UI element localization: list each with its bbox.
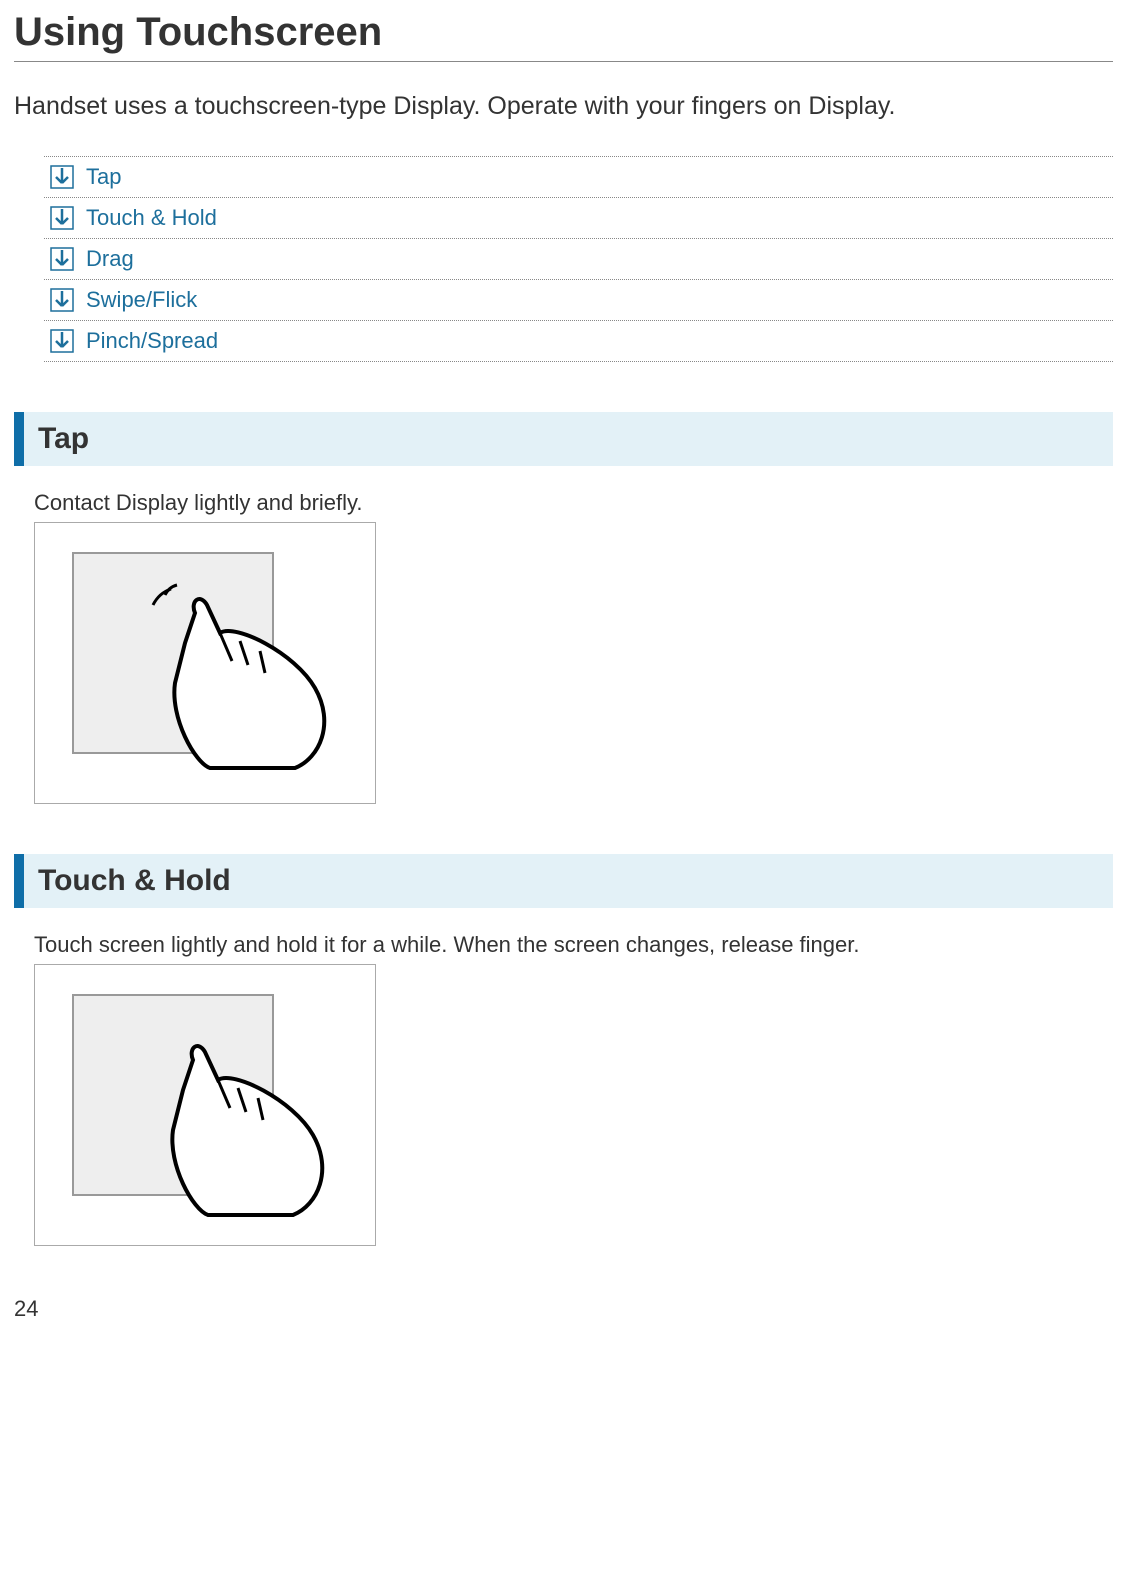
toc-item-swipe-flick[interactable]: Swipe/Flick <box>44 279 1113 320</box>
section-heading-touch-hold: Touch & Hold <box>14 854 1113 908</box>
toc-link[interactable]: Pinch/Spread <box>86 328 218 354</box>
table-of-contents: Tap Touch & Hold Drag Swipe/Flick Pinch/… <box>44 156 1113 362</box>
toc-link[interactable]: Touch & Hold <box>86 205 217 231</box>
toc-link[interactable]: Drag <box>86 246 134 272</box>
section-desc-tap: Contact Display lightly and briefly. <box>34 490 1113 516</box>
figure-tap <box>34 522 376 804</box>
toc-link[interactable]: Tap <box>86 164 121 190</box>
toc-item-touch-hold[interactable]: Touch & Hold <box>44 197 1113 238</box>
section-desc-touch-hold: Touch screen lightly and hold it for a w… <box>34 932 1113 958</box>
section-heading-tap: Tap <box>14 412 1113 466</box>
down-arrow-icon <box>50 288 74 312</box>
down-arrow-icon <box>50 165 74 189</box>
page-title: Using Touchscreen <box>14 10 1113 55</box>
page-number: 24 <box>14 1296 1113 1322</box>
toc-item-tap[interactable]: Tap <box>44 156 1113 197</box>
down-arrow-icon <box>50 247 74 271</box>
down-arrow-icon <box>50 206 74 230</box>
toc-item-drag[interactable]: Drag <box>44 238 1113 279</box>
title-divider <box>14 61 1113 62</box>
toc-link[interactable]: Swipe/Flick <box>86 287 197 313</box>
toc-item-pinch-spread[interactable]: Pinch/Spread <box>44 320 1113 362</box>
intro-text: Handset uses a touchscreen-type Display.… <box>14 92 1113 121</box>
figure-touch-hold <box>34 964 376 1246</box>
down-arrow-icon <box>50 329 74 353</box>
